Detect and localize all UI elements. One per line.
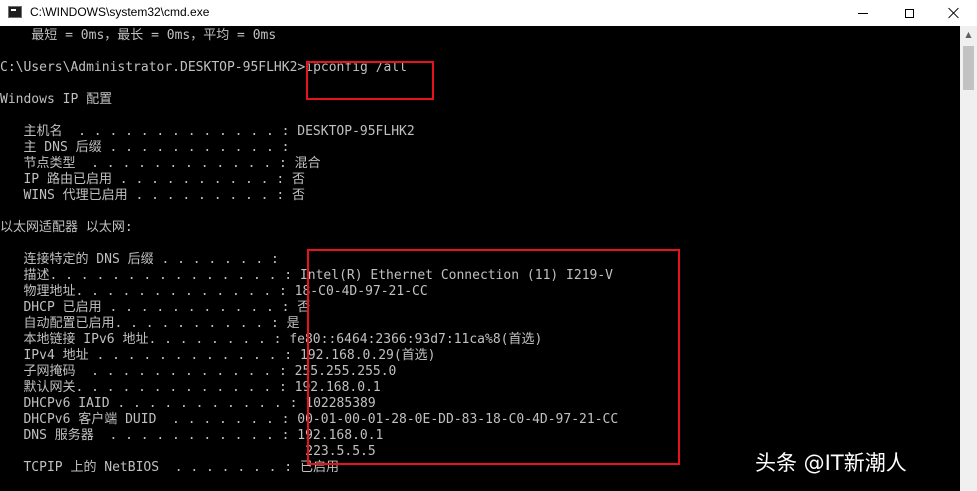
- minimize-icon: [858, 12, 868, 14]
- row-label: DHCP 已启用 . . . . . . . . . . . :: [0, 300, 298, 315]
- adapter-highlight-box: [307, 249, 680, 465]
- row-label: 主机名 . . . . . . . . . . . . . :: [0, 124, 298, 139]
- row-label: [0, 444, 305, 459]
- section-title-ip: Windows IP 配置: [0, 92, 113, 107]
- command-highlight-box: [306, 61, 434, 100]
- vertical-scrollbar[interactable]: ▲: [960, 26, 977, 491]
- console-row: 连接特定的 DNS 后缀 . . . . . . . :: [0, 252, 287, 268]
- close-icon: [948, 7, 960, 19]
- row-value: 否: [291, 172, 305, 187]
- console-row: IP 路由已启用 . . . . . . . . . . : 否: [0, 172, 305, 188]
- row-label: 连接特定的 DNS 后缀 . . . . . . . :: [0, 252, 287, 267]
- row-label: TCPIP 上的 NetBIOS . . . . . . . :: [0, 460, 300, 475]
- scroll-thumb[interactable]: [963, 46, 974, 90]
- console-row: DHCP 已启用 . . . . . . . . . . . : 否: [0, 300, 310, 316]
- row-label: 默认网关. . . . . . . . . . . . . :: [0, 380, 295, 395]
- row-label: 节点类型 . . . . . . . . . . . . :: [0, 156, 295, 171]
- section-title-adapter: 以太网适配器 以太网:: [0, 220, 133, 235]
- row-value: DESKTOP-95FLHK2: [297, 124, 415, 139]
- console-row: 主机名 . . . . . . . . . . . . . : DESKTOP-…: [0, 124, 415, 140]
- prompt: C:\Users\Administrator.DESKTOP-95FLHK2>: [0, 60, 306, 75]
- cmd-icon: [8, 6, 22, 18]
- console-row: 自动配置已启用. . . . . . . . . . : 是: [0, 316, 300, 332]
- row-label: 本地链接 IPv6 地址. . . . . . . . :: [0, 332, 290, 347]
- minimize-button[interactable]: [840, 0, 886, 26]
- console-row: 节点类型 . . . . . . . . . . . . : 混合: [0, 156, 321, 172]
- row-label: WINS 代理已启用 . . . . . . . . . :: [0, 188, 292, 203]
- scroll-up-icon[interactable]: ▲: [960, 26, 977, 43]
- row-value: 混合: [294, 156, 321, 171]
- row-label: DHCPv6 IAID . . . . . . . . . . . :: [0, 396, 306, 411]
- row-label: IPv4 地址 . . . . . . . . . . . . :: [0, 348, 300, 363]
- console-row: WINS 代理已启用 . . . . . . . . . : 否: [0, 188, 305, 204]
- maximize-button[interactable]: [886, 0, 932, 26]
- maximize-icon: [904, 8, 914, 18]
- row-label: 子网掩码 . . . . . . . . . . . . :: [0, 364, 295, 379]
- console-row: 主 DNS 后缀 . . . . . . . . . . . :: [0, 140, 297, 156]
- close-button[interactable]: [931, 0, 977, 26]
- watermark: 头条 @IT新潮人: [755, 451, 907, 475]
- row-label: 描述. . . . . . . . . . . . . . . :: [0, 268, 300, 283]
- row-value: 否: [291, 188, 305, 203]
- window-title: C:\WINDOWS\system32\cmd.exe: [30, 5, 210, 19]
- row-label: 主 DNS 后缀 . . . . . . . . . . . :: [0, 140, 298, 155]
- console-row: TCPIP 上的 NetBIOS . . . . . . . : 已启用: [0, 460, 338, 476]
- row-label: DNS 服务器 . . . . . . . . . . . :: [0, 428, 298, 443]
- row-label: 物理地址. . . . . . . . . . . . . :: [0, 284, 295, 299]
- row-label: 自动配置已启用. . . . . . . . . . :: [0, 316, 287, 331]
- title-bar[interactable]: C:\WINDOWS\system32\cmd.exe: [0, 0, 977, 26]
- row-value: 是: [286, 316, 300, 331]
- row-label: IP 路由已启用 . . . . . . . . . . :: [0, 172, 292, 187]
- ping-summary-line: 最短 = 0ms，最长 = 0ms，平均 = 0ms: [0, 28, 277, 43]
- row-label: DHCPv6 客户端 DUID . . . . . . . :: [0, 412, 298, 427]
